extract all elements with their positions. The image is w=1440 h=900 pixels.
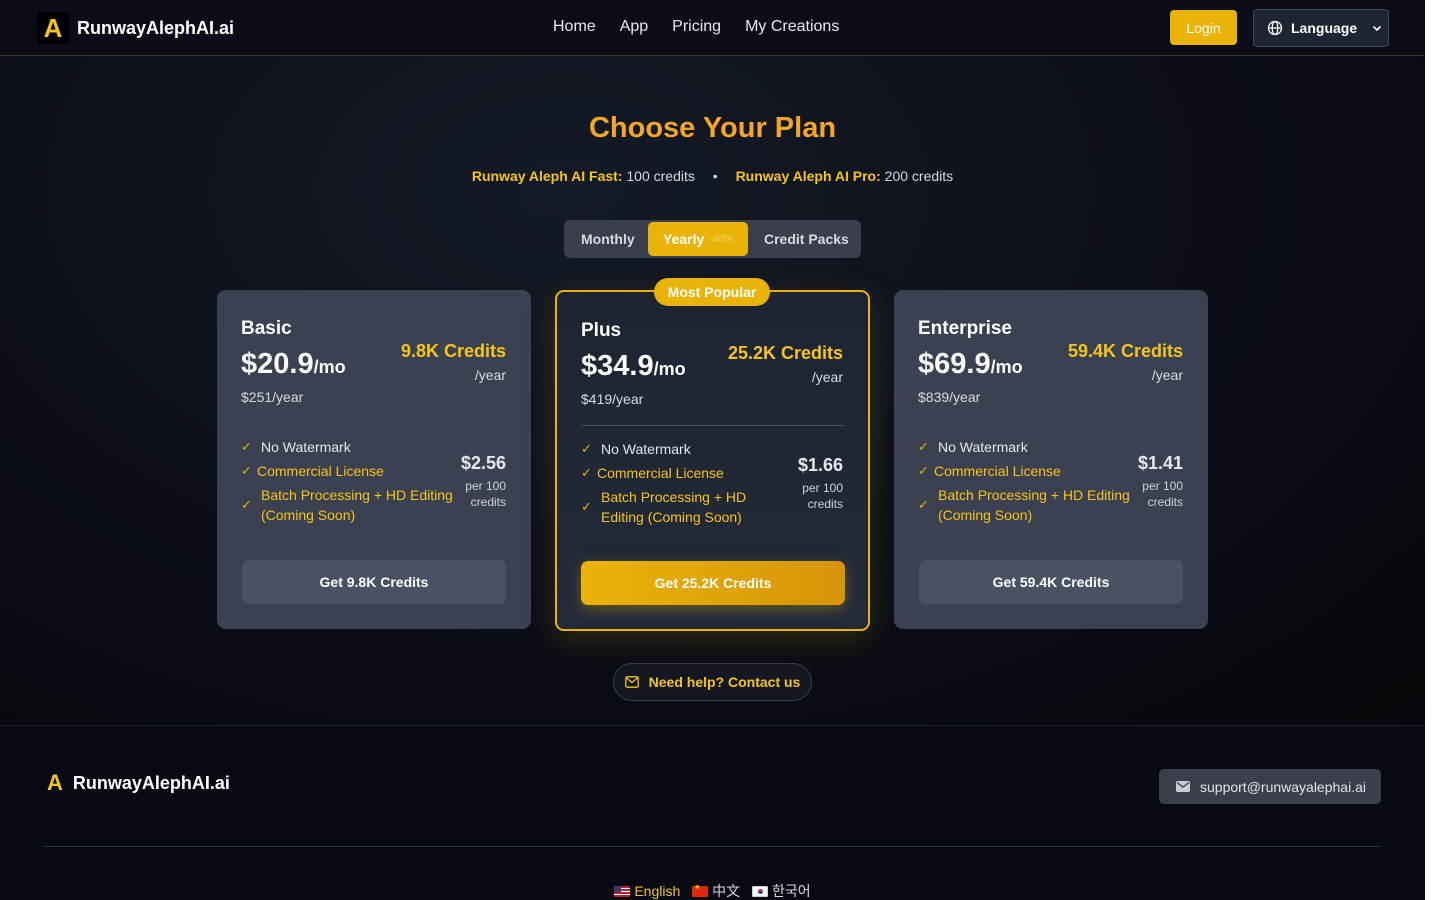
main-nav: Home App Pricing My Creations [553,18,839,36]
footer: A RunwayAlephAI.ai support@runwayalephai… [0,725,1425,900]
feature-item: ✓ Batch Processing + HD Editing (Coming S… [241,487,453,523]
check-icon: ✓ [918,439,929,454]
plan-name: Basic [241,318,292,339]
plan-credits: 25.2K Credits [727,343,843,363]
logo-icon: A [37,12,69,44]
nav-home[interactable]: Home [553,18,596,36]
plan-credits-unit: /year [474,367,506,383]
get-credits-button-plus[interactable]: Get 25.2K Credits [581,561,845,605]
get-credits-button-basic[interactable]: Get 9.8K Credits [242,560,506,604]
plan-credits-unit: /year [811,369,843,385]
check-icon: ✓ [241,463,252,478]
scrollbar[interactable] [1425,0,1440,900]
feature-item: ✓ Batch Processing + HD Editing (Coming S… [581,489,747,525]
feature-item: ✓ No Watermark [918,439,1028,455]
mail-icon [1176,781,1190,792]
language-label: Language [1291,20,1358,36]
tab-monthly[interactable]: Monthly [581,220,635,258]
globe-icon [1267,20,1283,36]
plan-card-basic: Basic $20.9/mo $251/year 9.8K Credits /y… [217,290,531,629]
brand-name: RunwayAlephAI.ai [77,17,235,38]
plan-yearly-price: $251/year [241,389,304,405]
footer-language-list: English 中文 한국어 [0,881,1425,900]
check-icon: ✓ [918,497,929,512]
get-credits-button-enterprise[interactable]: Get 59.4K Credits [919,560,1183,604]
check-icon: ✓ [918,463,929,478]
plan-price: $34.9/mo [581,350,686,382]
pro-value: 200 credits [884,168,954,184]
tab-credit-packs[interactable]: Credit Packs [764,220,849,258]
plan-price: $20.9/mo [241,348,346,380]
cn-flag-icon [692,883,709,897]
billing-toggle: Monthly Yearly -40% Credit Packs [564,220,861,258]
language-dropdown[interactable]: Language [1253,9,1389,47]
plan-credits: 9.8K Credits [400,341,506,361]
per-credit-price: $2.56 per 100 credits [460,453,506,509]
check-icon: ✓ [581,499,592,514]
plan-name: Plus [581,320,622,341]
footer-brand[interactable]: A RunwayAlephAI.ai [47,770,230,796]
feature-item: ✓ Commercial License [918,463,1061,479]
lang-chinese[interactable]: 中文 [692,883,740,899]
footer-brand-name: RunwayAlephAI.ai [72,772,230,793]
feature-item: ✓ Batch Processing + HD Editing (Coming S… [918,487,1130,523]
check-icon: ✓ [581,465,592,480]
per-credit-price: $1.41 per 100 credits [1137,453,1183,509]
plan-features: ✓ No Watermark ✓ Commercial License ✓ Batch… [581,439,766,531]
kr-flag-icon [752,886,769,897]
feature-item: ✓ Commercial License [241,463,384,479]
fast-label: Runway Aleph AI Fast: [471,168,623,184]
plan-name: Enterprise [918,318,1012,339]
separator-dot: • [712,168,718,184]
logo-icon: A [47,770,63,795]
feature-item: ✓ No Watermark [241,439,351,455]
fast-value: 100 credits [626,168,695,184]
support-email-link[interactable]: support@runwayalephai.ai [1159,769,1381,804]
support-email: support@runwayalephai.ai [1200,778,1366,795]
login-button[interactable]: Login [1170,10,1237,45]
divider [581,425,844,426]
top-navbar: A RunwayAlephAI.ai Home App Pricing My C… [0,0,1425,56]
plan-price: $69.9/mo [918,348,1023,380]
chevron-down-icon [1373,25,1382,32]
lang-korean[interactable]: 한국어 [752,883,811,899]
tab-yearly-label: Yearly [663,231,705,247]
plan-credits: 59.4K Credits [1067,341,1183,361]
feature-item: ✓ Commercial License [581,465,724,481]
plan-card-enterprise: Enterprise $69.9/mo $839/year 59.4K Cred… [894,290,1208,629]
check-icon: ✓ [581,441,592,456]
nav-app[interactable]: App [620,18,648,36]
feature-item: ✓ No Watermark [581,441,691,457]
us-flag-icon [614,886,631,897]
contact-us-label: Need help? Contact us [648,674,801,690]
yearly-discount-badge: -40% [709,233,733,245]
plan-yearly-price: $839/year [918,389,981,405]
plan-features: ✓ No Watermark ✓ Commercial License ✓ Batch… [241,437,456,529]
mail-icon [624,676,639,688]
footer-divider [44,846,1381,847]
page-title: Choose Your Plan [588,112,837,144]
plan-credits-unit: /year [1151,367,1183,383]
lang-english[interactable]: English [614,883,680,899]
check-icon: ✓ [241,497,252,512]
tab-yearly[interactable]: Yearly -40% [648,222,748,256]
nav-my-creations[interactable]: My Creations [745,18,839,36]
brand-logo-link[interactable]: A RunwayAlephAI.ai [37,12,234,44]
per-credit-price: $1.66 per 100 credits [797,455,843,511]
contact-us-button[interactable]: Need help? Contact us [613,663,812,701]
page: A RunwayAlephAI.ai Home App Pricing My C… [0,0,1425,900]
pricing-section: Choose Your Plan Runway Aleph AI Fast: 1… [0,56,1425,725]
plan-card-plus: Plus $34.9/mo $419/year 25.2K Credits /y… [555,290,870,631]
check-icon: ✓ [241,439,252,454]
plan-features: ✓ No Watermark ✓ Commercial License ✓ Batch… [918,437,1133,529]
plan-yearly-price: $419/year [581,391,644,407]
pro-label: Runway Aleph AI Pro: [735,168,881,184]
most-popular-badge: Most Popular [654,278,770,306]
model-credits-info: Runway Aleph AI Fast: 100 credits • Runw… [0,168,1425,184]
nav-pricing[interactable]: Pricing [672,18,721,36]
